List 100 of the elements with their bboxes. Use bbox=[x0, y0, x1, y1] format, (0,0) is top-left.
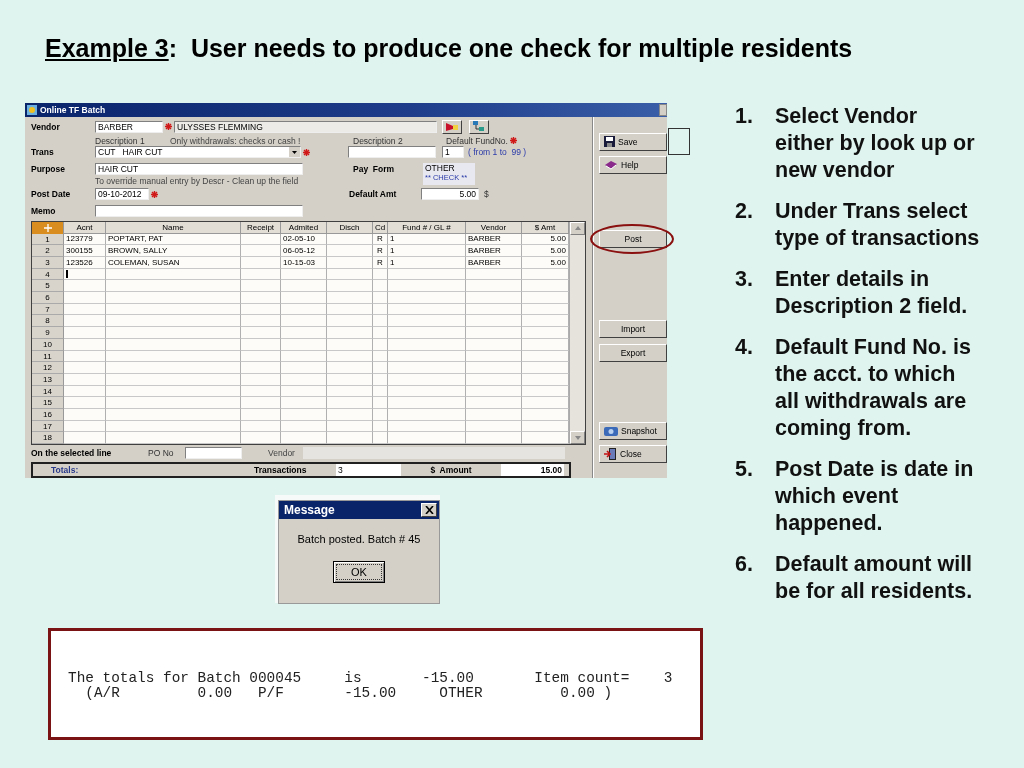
vendor-label: Vendor bbox=[268, 447, 296, 458]
report-line: The totals for Batch 000045 is -15.00 Item count= 3 bbox=[68, 671, 674, 686]
table-cell bbox=[466, 362, 522, 374]
table-cell bbox=[241, 397, 281, 409]
side-button[interactable]: Export bbox=[599, 343, 667, 362]
table-cell bbox=[281, 362, 327, 374]
table-cell bbox=[373, 315, 388, 328]
purpose-field[interactable]: HAIR CUT bbox=[95, 163, 303, 176]
pay-form-label: Pay Form bbox=[353, 164, 396, 175]
table-cell: BARBER bbox=[466, 245, 522, 257]
side-button[interactable]: Import bbox=[599, 319, 667, 338]
column-header: Acnt bbox=[64, 221, 106, 234]
table-cell: R bbox=[373, 257, 388, 269]
table-cell: 10-15-03 bbox=[281, 257, 327, 269]
selected-line-label: On the selected line bbox=[31, 447, 113, 458]
table-cell bbox=[327, 292, 373, 304]
default-amount-field[interactable]: 5.00 bbox=[421, 188, 479, 201]
post-date-field[interactable]: 09-10-2012 bbox=[95, 188, 149, 201]
post-date-label: Post Date bbox=[31, 189, 72, 200]
fund-range-text: ( from 1 to 99 ) bbox=[468, 147, 527, 158]
table-cell bbox=[373, 327, 388, 339]
step-text: Select Vendor either by look up or new vendor bbox=[775, 103, 976, 184]
memo-field[interactable] bbox=[95, 205, 303, 218]
network-button[interactable] bbox=[469, 119, 489, 134]
close-icon bbox=[424, 506, 434, 514]
fund-number-field[interactable]: 1 bbox=[442, 146, 464, 159]
slide-title: : User needs to produce one check for multiple residents bbox=[168, 33, 853, 63]
table-cell bbox=[327, 315, 373, 328]
description-2-field[interactable] bbox=[348, 146, 436, 159]
description-2-label: Description 2 bbox=[353, 135, 404, 146]
side-button[interactable]: Post bbox=[599, 229, 667, 248]
down-arrow-icon bbox=[574, 435, 581, 440]
vendor-code-field[interactable]: BARBER bbox=[95, 120, 163, 133]
ok-button[interactable]: OK bbox=[333, 561, 385, 583]
step-text: Post Date is date in which event happened. bbox=[775, 456, 975, 537]
table-cell bbox=[522, 292, 569, 304]
dialog-title: Message bbox=[284, 503, 335, 517]
table-cell bbox=[373, 362, 388, 374]
row-number: 12 bbox=[32, 362, 64, 374]
table-cell bbox=[241, 315, 281, 328]
vendor-label: Vendor bbox=[31, 121, 61, 132]
side-button[interactable]: Snapshot bbox=[599, 421, 667, 440]
door-icon bbox=[604, 447, 617, 460]
flashlight-button[interactable] bbox=[442, 119, 462, 134]
trans-value: CUT HAIR CUT bbox=[98, 147, 163, 158]
column-header: Receipt bbox=[241, 221, 281, 234]
flashlight-icon bbox=[445, 121, 459, 132]
po-number-field[interactable] bbox=[185, 446, 242, 459]
required-icon bbox=[509, 137, 517, 145]
line-vendor-field[interactable] bbox=[303, 446, 565, 459]
currency-sign: $ bbox=[484, 189, 489, 200]
step-number: 3. bbox=[735, 266, 754, 293]
table-cell bbox=[466, 280, 522, 293]
step-text: Default Fund No. is the acct. to which all withdrawals are coming from. bbox=[775, 334, 972, 442]
window-title: Online TF Batch bbox=[40, 104, 107, 115]
table-cell bbox=[241, 362, 281, 374]
table-cell bbox=[522, 315, 569, 328]
override-hint: To override manual entry by Descr - Clean up the field bbox=[95, 176, 299, 187]
table-cell bbox=[64, 397, 106, 409]
table-cell bbox=[241, 292, 281, 304]
side-button[interactable]: Help bbox=[599, 155, 667, 174]
table-cell bbox=[327, 245, 373, 257]
side-button[interactable]: Save bbox=[599, 132, 667, 151]
table-cell bbox=[466, 397, 522, 409]
step-number: 2. bbox=[735, 198, 754, 225]
table-cell bbox=[327, 362, 373, 374]
table-cell: BARBER bbox=[466, 257, 522, 269]
table-cell bbox=[373, 292, 388, 304]
table-cell: 123526 bbox=[64, 257, 106, 269]
column-header: Fund # / GL # bbox=[388, 221, 466, 234]
step-number: 1. bbox=[735, 103, 754, 130]
withdrawals-note: Only withdrawals: checks or cash ! bbox=[170, 135, 302, 146]
table-cell: 06-05-12 bbox=[281, 245, 327, 257]
move-icon bbox=[32, 221, 64, 234]
table-cell bbox=[64, 292, 106, 304]
vendor-name-field[interactable]: ULYSSES FLEMMING bbox=[174, 120, 437, 133]
description-1-label: Description 1 bbox=[95, 135, 146, 146]
table-cell: 5.00 bbox=[522, 257, 569, 269]
step-text: Enter details in Description 2 field. bbox=[775, 266, 969, 320]
row-number: 18 bbox=[32, 432, 64, 444]
book-icon bbox=[604, 159, 618, 170]
required-icon bbox=[303, 148, 310, 156]
table-cell: R bbox=[373, 245, 388, 257]
trans-select[interactable]: CUT HAIR CUT bbox=[95, 146, 301, 159]
side-button[interactable]: Close bbox=[599, 444, 667, 463]
amount-field: 15.00 bbox=[501, 464, 564, 476]
row-number: 15 bbox=[32, 397, 64, 409]
scrollbar[interactable] bbox=[569, 221, 585, 444]
table-cell: COLEMAN, SUSAN bbox=[106, 257, 241, 269]
table-cell bbox=[64, 362, 106, 374]
table-cell bbox=[327, 397, 373, 409]
table-cell: BROWN, SALLY bbox=[106, 245, 241, 257]
table-cell bbox=[327, 257, 373, 269]
row-number: 3 bbox=[32, 257, 64, 269]
default-amount-label: Default Amt bbox=[349, 189, 398, 200]
step-number: 5. bbox=[735, 456, 754, 483]
table-cell bbox=[327, 327, 373, 339]
transactions-field: 3 bbox=[336, 464, 401, 476]
table-cell bbox=[466, 327, 522, 339]
table-cell: 1 bbox=[388, 245, 466, 257]
